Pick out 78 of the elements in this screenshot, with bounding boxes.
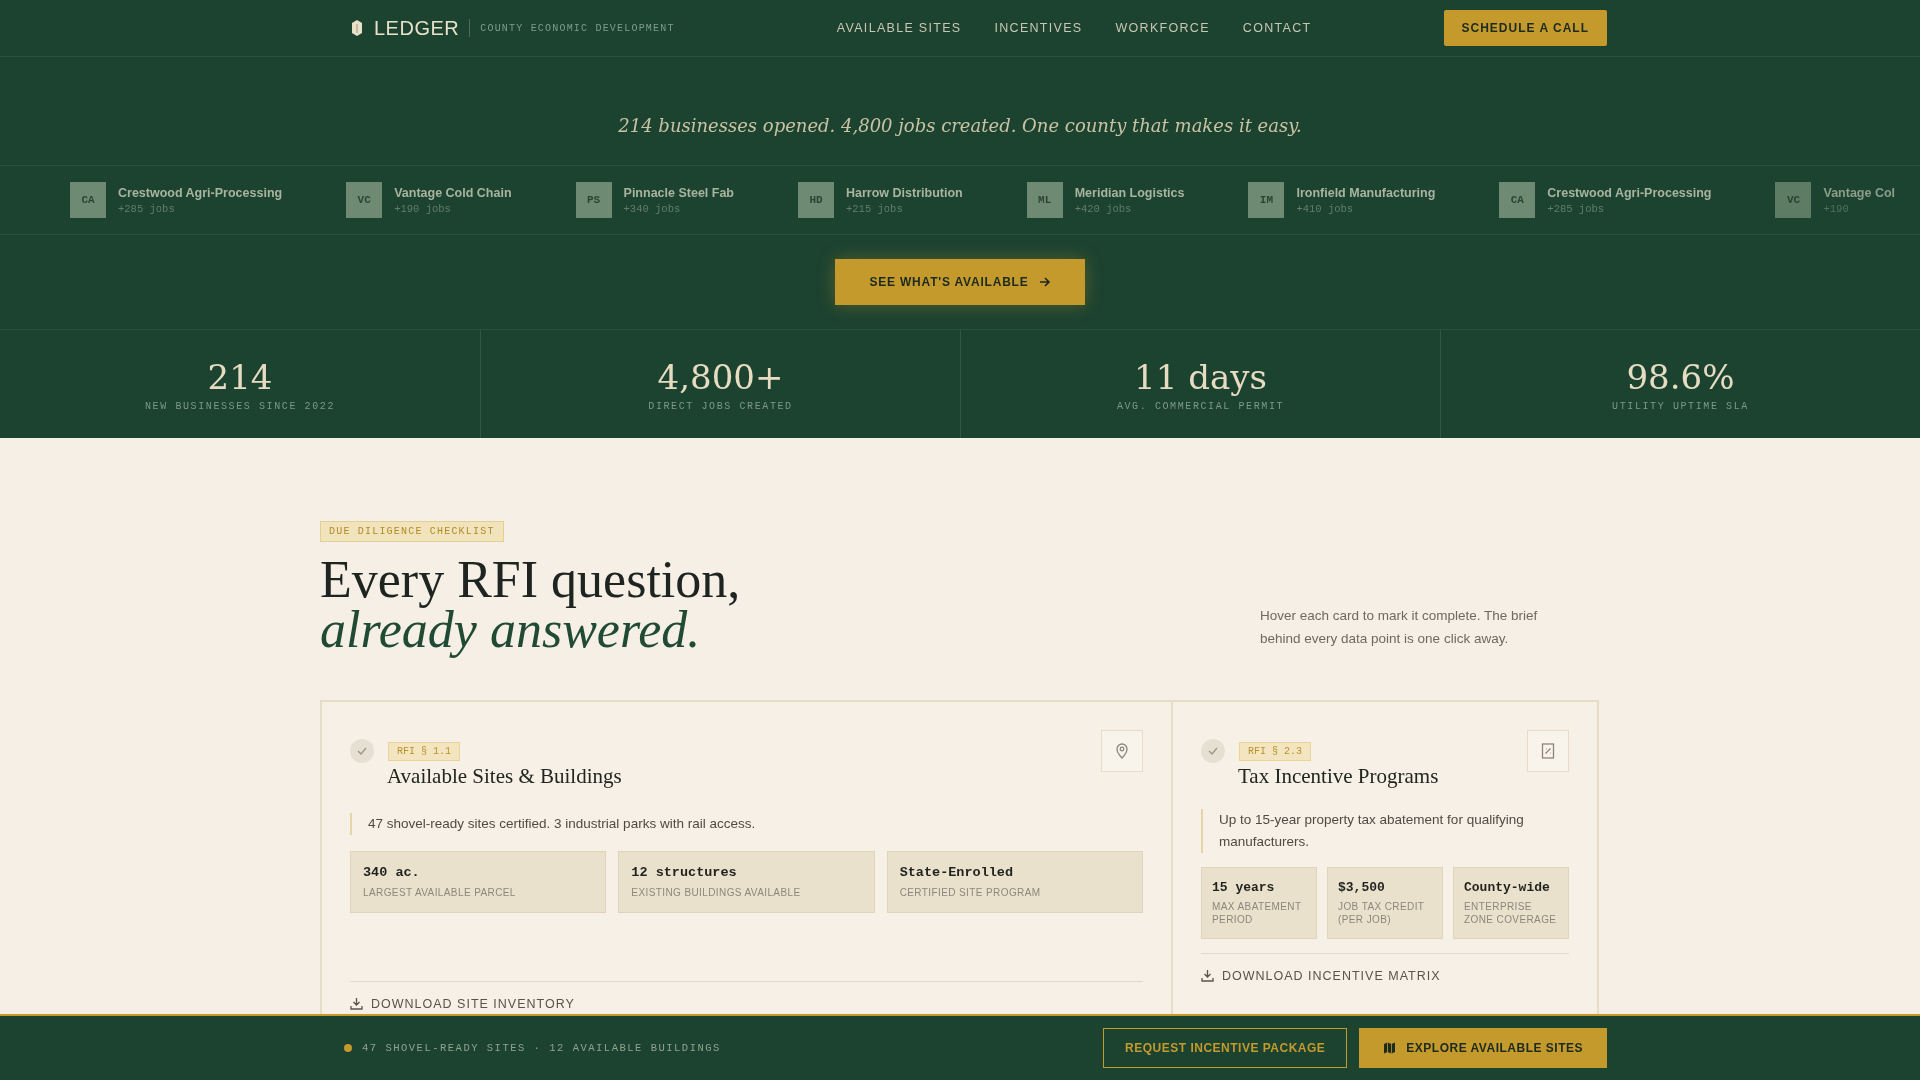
check-icon[interactable]	[350, 739, 374, 763]
map-pin-icon	[1115, 743, 1129, 759]
fact-label: JOB TAX CREDIT (PER JOB)	[1338, 900, 1426, 926]
request-package-button[interactable]: REQUEST INCENTIVE PACKAGE	[1103, 1028, 1348, 1068]
company-avatar: IM	[1248, 182, 1285, 218]
company-name: Harrow Distribution	[846, 185, 963, 200]
nav-link[interactable]: WORKFORCE	[1115, 21, 1210, 35]
card-summary: Up to 15-year property tax abatement for qualifying manufacturers.	[1201, 809, 1569, 853]
status-text: 47 SHOVEL-READY SITES · 12 AVAILABLE BUILDINGS	[362, 1042, 721, 1054]
see-available-button[interactable]: SEE WHAT'S AVAILABLE	[835, 259, 1085, 305]
fact-label: MAX ABATEMENT PERIOD	[1212, 900, 1303, 926]
company-name: Crestwood Agri-Processing	[118, 185, 283, 200]
card-title: Available Sites & Buildings	[387, 764, 623, 789]
fact-label: CERTIFIED SITE PROGRAM	[899, 886, 1042, 899]
fact-value: 15 years	[1212, 880, 1276, 895]
card-title: Tax Incentive Programs	[1238, 764, 1440, 789]
company-avatar: HD	[798, 182, 834, 218]
fact-label: ENTERPRISE ZONE COVERAGE	[1464, 900, 1558, 926]
stat-value: 214	[207, 356, 273, 397]
download-icon	[350, 997, 363, 1010]
download-link[interactable]: DOWNLOAD INCENTIVE MATRIX	[1201, 968, 1441, 983]
company-name: Pinnacle Steel Fab	[623, 185, 734, 200]
stat-value: 4,800+	[657, 356, 784, 397]
nav-link[interactable]: CONTACT	[1242, 21, 1312, 35]
company-avatar: VC	[1775, 182, 1812, 218]
arrow-right-icon	[1038, 277, 1051, 287]
fact-value: $3,500	[1338, 880, 1386, 895]
company-name: Ironfield Manufacturing	[1296, 185, 1436, 200]
stat-value: 11 days	[1134, 356, 1267, 397]
section-intro: Hover each card to mark it complete. The brief behind every data point is one click away.	[1260, 607, 1539, 648]
map-icon	[1383, 1042, 1397, 1054]
company-avatar: CA	[70, 182, 106, 218]
download-icon	[1201, 969, 1214, 982]
rfi-tag: RFI § 2.3	[1239, 741, 1311, 761]
stat-value: 98.6%	[1626, 356, 1735, 397]
card-icon-button[interactable]	[1101, 730, 1143, 772]
stat-label: NEW BUSINESSES SINCE 2022	[145, 400, 335, 412]
stat-label: UTILITY UPTIME SLA	[1612, 400, 1749, 412]
company-name: Crestwood Agri-Processing	[1547, 185, 1712, 200]
section-title: Every RFI question,	[320, 554, 741, 606]
company-jobs: +340 jobs	[623, 202, 682, 215]
card-icon-button[interactable]	[1527, 730, 1569, 772]
company-jobs: +410 jobs	[1296, 202, 1355, 215]
fact-label: EXISTING BUILDINGS AVAILABLE	[631, 886, 802, 899]
brand-name: LEDGER	[374, 16, 460, 40]
schedule-button[interactable]: SCHEDULE A CALL	[1443, 10, 1607, 46]
company-jobs: +285 jobs	[118, 202, 176, 215]
hero-headline: 214 businesses opened. 4,800 jobs created. One county that makes it easy.	[617, 114, 1303, 138]
stat-label: AVG. COMMERCIAL PERMIT	[1116, 400, 1285, 412]
rfi-tag: RFI § 1.1	[388, 741, 460, 761]
company-jobs: +215 jobs	[846, 202, 904, 215]
check-icon[interactable]	[1201, 739, 1225, 763]
nav-link[interactable]: INCENTIVES	[994, 21, 1083, 35]
company-avatar: VC	[346, 182, 383, 218]
nav-link[interactable]: AVAILABLE SITES	[836, 21, 962, 35]
fact-value: State-Enrolled	[899, 865, 1015, 880]
company-avatar: PS	[575, 182, 612, 218]
company-name: Meridian Logistics	[1074, 185, 1185, 200]
company-jobs: +285 jobs	[1547, 202, 1606, 215]
fact-value: 12 structures	[631, 865, 738, 880]
fact-value: County-wide	[1464, 880, 1551, 895]
company-jobs: +420 jobs	[1074, 202, 1133, 215]
brand-tagline: COUNTY ECONOMIC DEVELOPMENT	[480, 22, 675, 34]
company-name: Vantage Col	[1823, 185, 1896, 200]
company-jobs: +190 jobs	[394, 202, 452, 215]
status-dot	[344, 1044, 352, 1052]
explore-sites-button[interactable]: EXPLORE AVAILABLE SITES	[1359, 1028, 1607, 1068]
company-avatar: CA	[1499, 182, 1536, 218]
fact-value: 340 ac.	[363, 865, 421, 880]
fact-label: LARGEST AVAILABLE PARCEL	[363, 886, 517, 899]
document-icon	[1541, 743, 1555, 759]
section-eyebrow: DUE DILIGENCE CHECKLIST	[320, 521, 504, 542]
company-name: Vantage Cold Chain	[394, 185, 512, 200]
download-link[interactable]: DOWNLOAD SITE INVENTORY	[350, 996, 575, 1011]
stat-label: DIRECT JOBS CREATED	[648, 400, 793, 412]
logo-icon	[350, 19, 364, 37]
card-summary: 47 shovel-ready sites certified. 3 industrial parks with rail access.	[350, 813, 1143, 835]
company-avatar: ML	[1026, 182, 1063, 218]
